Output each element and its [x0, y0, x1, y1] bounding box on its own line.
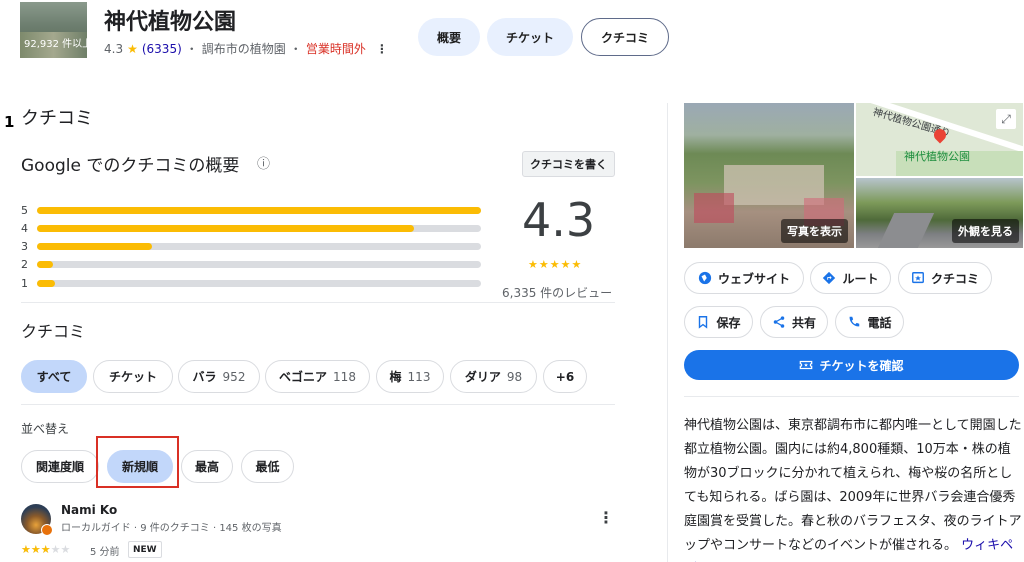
globe-icon	[698, 271, 712, 285]
tab-tickets[interactable]: チケット	[487, 18, 573, 56]
map-pin-label: 神代植物公園	[904, 150, 970, 163]
topic-chip-all[interactable]: すべて	[21, 360, 87, 393]
rating-bar-1	[37, 280, 481, 287]
streetview-tile[interactable]: 外観を見る	[856, 178, 1023, 248]
info-icon[interactable]: ⓘ	[257, 153, 270, 172]
phone-icon	[850, 316, 860, 327]
save-button[interactable]: 保存	[684, 306, 753, 338]
topic-chip-dahlia[interactable]: ダリア 98	[450, 360, 537, 393]
sort-highest[interactable]: 最高	[181, 450, 233, 483]
bar-label: 3	[21, 240, 28, 253]
reviews-heading: クチコミ	[21, 108, 93, 129]
map-tile[interactable]: 神代植物公園通り 神代植物公園 ⤢	[856, 103, 1023, 176]
rating-bar-3	[37, 243, 481, 250]
panel-divider	[667, 103, 668, 562]
bar-label: 1	[21, 277, 28, 290]
header-category[interactable]: 調布市の植物園	[202, 40, 286, 57]
route-button[interactable]: ルート	[810, 262, 891, 294]
sort-label: 並べ替え	[21, 422, 70, 436]
place-thumbnail[interactable]: 92,932 件以上	[20, 2, 87, 58]
topic-chip-rose[interactable]: バラ 952	[178, 360, 260, 393]
review-author-meta: ローカルガイド · 9 件のクチコミ · 145 枚の写真	[61, 523, 282, 534]
place-subline: 4.3 ★ (6335) ・ 調布市の植物園 ・ 営業時間外 ⋮	[104, 40, 388, 57]
rating-big: 4.3	[522, 193, 596, 247]
ticket-icon	[800, 360, 813, 370]
tab-reviews[interactable]: クチコミ	[581, 18, 669, 56]
more-vert-icon[interactable]: ⋮	[376, 42, 388, 56]
bar-label: 4	[21, 222, 28, 235]
share-button[interactable]: 共有	[760, 306, 828, 338]
rating-bar-5	[37, 207, 481, 214]
topic-chip-begonia[interactable]: ベゴニア 118	[265, 360, 370, 393]
header-rating: 4.3	[104, 41, 124, 56]
bar-label: 5	[21, 204, 28, 217]
share-icon	[773, 316, 785, 328]
photo-tile[interactable]: 写真を表示	[684, 103, 854, 248]
topic-chip-ticket[interactable]: チケット	[93, 360, 173, 393]
streetview-label[interactable]: 外観を見る	[952, 219, 1019, 243]
open-status: 営業時間外	[305, 42, 366, 56]
bookmark-icon	[699, 316, 708, 329]
rating-stars: ★★★★★	[528, 258, 583, 271]
highlight-box	[96, 436, 179, 488]
thumbnail-count: 92,932 件以上	[24, 39, 87, 50]
call-button[interactable]: 電話	[835, 306, 904, 338]
bar-label: 2	[21, 258, 28, 271]
review-icon	[912, 272, 924, 284]
directions-icon	[823, 271, 836, 285]
place-description: 神代植物公園は、東京都調布市に都内唯一として開園した都立植物公園。園内には約4,…	[684, 414, 1022, 562]
topic-chip-ume[interactable]: 梅 113	[376, 360, 444, 393]
divider	[21, 302, 615, 303]
review-more-icon[interactable]: ⋮	[598, 508, 614, 527]
local-guide-badge-icon	[41, 524, 53, 536]
expand-icon[interactable]: ⤢	[996, 109, 1016, 129]
review-author[interactable]: Nami Ko	[61, 503, 117, 517]
review-count[interactable]: 6,335 件のレビュー	[502, 284, 612, 301]
divider	[21, 404, 615, 405]
place-title: 神代植物公園	[104, 10, 237, 35]
rating-bar-4	[37, 225, 481, 232]
sort-lowest[interactable]: 最低	[241, 450, 294, 483]
sort-relevance[interactable]: 関連度順	[21, 450, 99, 483]
review-button[interactable]: クチコミ	[898, 262, 992, 294]
write-review-button[interactable]: クチコミを書く	[522, 151, 615, 177]
star-icon: ★	[127, 41, 138, 56]
photo-label[interactable]: 写真を表示	[781, 219, 848, 243]
tab-overview[interactable]: 概要	[418, 18, 480, 56]
new-badge: NEW	[128, 541, 162, 558]
check-tickets-button[interactable]: チケットを確認	[684, 350, 1019, 380]
header-reviews-count[interactable]: (6335)	[142, 42, 182, 56]
summary-title: Google でのクチコミの概要	[21, 156, 240, 176]
topic-chip-more[interactable]: +6	[543, 360, 587, 393]
website-button[interactable]: ウェブサイト	[684, 262, 804, 294]
topics-heading: クチコミ	[21, 322, 86, 341]
rating-bar-2	[37, 261, 481, 268]
review-time: 5 分前	[90, 547, 120, 558]
side-divider	[684, 396, 1019, 397]
annotation-number: 1	[4, 113, 15, 131]
